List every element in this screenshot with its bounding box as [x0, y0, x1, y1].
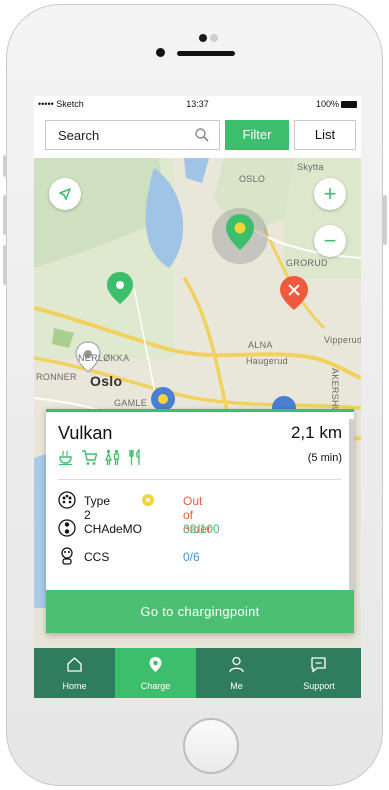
user-icon — [229, 656, 244, 673]
map-label-ronner: RONNER — [36, 372, 77, 382]
power-button — [383, 195, 387, 245]
type2-plug-icon — [58, 491, 76, 509]
map-label-gamle: GAMLE — [114, 398, 148, 408]
card-scrollbar[interactable] — [349, 419, 354, 599]
tab-support[interactable]: Support — [277, 648, 361, 698]
station-pin-blue[interactable] — [151, 387, 175, 411]
home-icon — [67, 657, 82, 672]
battery-text: 100% — [315, 99, 339, 109]
go-to-chargingpoint-button[interactable]: Go to chargingpoint — [46, 590, 354, 633]
station-duration: (5 min) — [307, 452, 342, 464]
search-placeholder: Search — [58, 128, 100, 143]
toilet-icon — [105, 449, 120, 465]
station-card[interactable]: Vulkan 2,1 km (5 min) Type 2 Out of orde… — [46, 409, 354, 633]
map-label-oslo-north: OSLO — [239, 174, 266, 184]
card-divider — [58, 479, 341, 480]
minus-icon: − — [323, 228, 337, 253]
tab-me[interactable]: Me — [196, 648, 277, 698]
station-name: Vulkan — [58, 423, 113, 443]
search-input[interactable]: Search — [45, 120, 220, 150]
map-label-alna: ALNA — [248, 340, 273, 350]
search-icon — [195, 128, 209, 142]
shopping-cart-icon — [82, 450, 98, 465]
tab-label: Home — [62, 681, 87, 691]
volume-down-button — [3, 245, 7, 285]
zoom-out-button[interactable]: − — [314, 225, 346, 257]
status-bar: ••••• Sketch 13:37 100% — [34, 96, 361, 112]
map-label-nerlokka: NERLØKKA — [78, 353, 130, 363]
connector-availability: 0/6 — [183, 550, 200, 564]
locate-me-button[interactable] — [49, 178, 81, 210]
restaurant-icon — [129, 449, 140, 465]
chademo-plug-icon — [58, 519, 76, 537]
amenity-icons — [58, 449, 144, 466]
map-label-grorud: GRORUD — [286, 258, 328, 268]
connector-type: CHAdeMO — [84, 522, 143, 536]
tab-label: Me — [230, 681, 243, 691]
tab-label: Support — [303, 681, 335, 691]
tab-bar: Home Charge Me Support — [34, 648, 361, 698]
battery-icon — [341, 100, 357, 108]
zoom-in-button[interactable]: + — [314, 178, 346, 210]
ccs-plug-icon — [61, 547, 73, 565]
tab-charge[interactable]: Charge — [115, 648, 196, 698]
connector-availability: 32/100 — [183, 522, 220, 536]
app-screen: ••••• Sketch 13:37 100% Search Filter Li… — [34, 96, 361, 698]
filter-button[interactable]: Filter — [225, 120, 289, 150]
map-label-skytta: Skytta — [297, 162, 324, 172]
home-button[interactable] — [183, 718, 239, 774]
cafe-icon — [59, 450, 72, 466]
card-accent-bar — [46, 409, 354, 412]
location-pin-icon — [149, 657, 162, 672]
navigation-arrow-icon — [59, 188, 71, 200]
front-camera — [156, 48, 165, 57]
plus-icon: + — [323, 181, 337, 206]
volume-up-button — [3, 195, 7, 235]
map-label-vipperud: Vipperud — [324, 335, 361, 345]
mute-switch — [3, 155, 7, 177]
earpiece-speaker — [177, 51, 235, 56]
list-button[interactable]: List — [294, 120, 356, 150]
top-bar: Search Filter List — [34, 112, 361, 158]
map-label-haugerud: Haugerud — [246, 356, 288, 366]
chat-icon — [311, 657, 326, 673]
connector-type: CCS — [84, 550, 110, 564]
tab-label: Charge — [140, 681, 171, 691]
warning-icon — [142, 494, 154, 506]
station-distance: 2,1 km — [290, 423, 342, 442]
connector-type: Type 2 — [84, 494, 111, 522]
map-label-oslo: Oslo — [90, 373, 123, 389]
sensor-dots — [199, 29, 221, 47]
tab-home[interactable]: Home — [34, 648, 115, 698]
clock-text: 13:37 — [186, 99, 209, 109]
